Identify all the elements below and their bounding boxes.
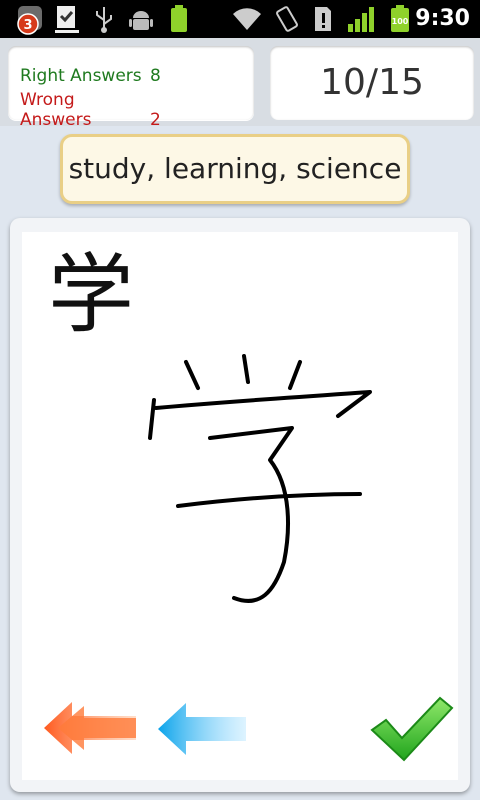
- back-button[interactable]: [156, 700, 248, 758]
- double-left-arrow-icon: [44, 702, 136, 754]
- signal-icon: [346, 4, 376, 34]
- kanji-meaning: study, learning, science: [60, 134, 410, 204]
- left-arrow-icon: [158, 703, 246, 755]
- battery-level-label: 100: [392, 17, 409, 26]
- vibrate-icon: [272, 4, 302, 34]
- usb-icon: [92, 4, 116, 34]
- android-debug-icon: [128, 4, 154, 34]
- wrong-answers-label: Wrong Answers: [20, 90, 92, 130]
- quiz-header: Right Answers 8 Wrong Answers 2 10/15: [0, 38, 480, 130]
- notification-badge: 3: [23, 18, 32, 33]
- status-time: 9:30: [415, 6, 470, 31]
- wrong-answers-count: 2: [150, 110, 161, 130]
- drawing-panel: 学: [10, 218, 470, 792]
- fast-back-button[interactable]: [40, 698, 140, 758]
- right-answers-count: 8: [150, 66, 161, 86]
- wifi-icon: [230, 4, 264, 34]
- score-card: Right Answers 8 Wrong Answers 2: [8, 46, 254, 130]
- drawing-canvas[interactable]: 学: [22, 232, 458, 780]
- download-complete-icon: [52, 4, 82, 34]
- status-bar: 3 100 9:30: [0, 0, 480, 38]
- confirm-button[interactable]: [370, 694, 454, 764]
- alert-icon: [312, 4, 334, 34]
- battery-full-icon: [168, 4, 190, 34]
- battery-level-icon: 100: [388, 4, 412, 34]
- wrong-answers-row: Wrong Answers 2: [20, 90, 161, 130]
- checkmark-icon: [370, 696, 454, 762]
- app-notification-icon: 3: [14, 4, 48, 35]
- right-answers-row: Right Answers 8: [20, 66, 161, 86]
- question-progress: 10/15: [270, 46, 474, 120]
- right-answers-label: Right Answers: [20, 66, 142, 86]
